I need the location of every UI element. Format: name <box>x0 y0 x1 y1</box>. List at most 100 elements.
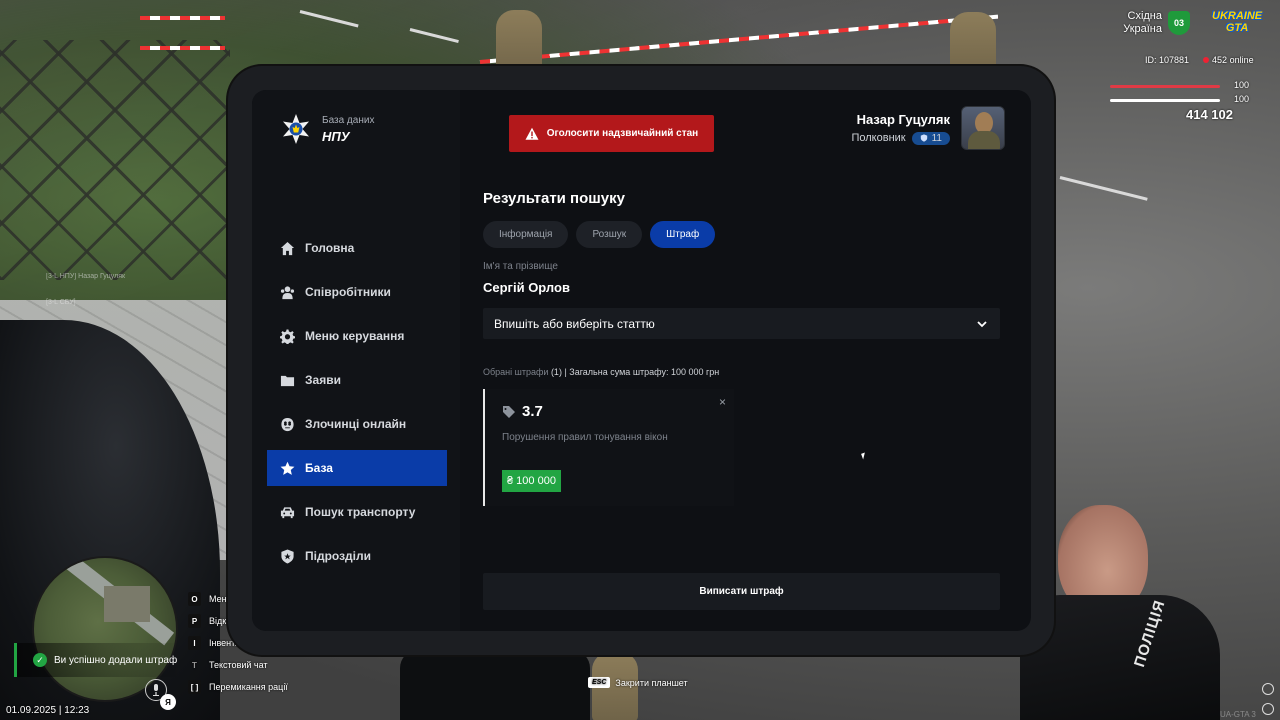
sidebar-item-label: База <box>305 461 333 475</box>
sidebar-item-database[interactable]: База <box>267 450 447 486</box>
fine-header: 3.7 <box>502 403 543 420</box>
user-rank: Полковник <box>851 132 906 144</box>
key-hint-label: Текстовий чат <box>209 660 268 670</box>
user-name: Назар Гуцуляк <box>856 111 950 127</box>
key-p: P <box>188 614 201 628</box>
brand-title: НПУ <box>322 128 350 144</box>
metal-fence <box>0 40 230 280</box>
date-time: 01.09.2025 | 12:23 <box>6 705 90 716</box>
health-bar <box>1110 85 1220 88</box>
user-rank-row: Полковник 11 <box>851 131 950 145</box>
voice-language-badge: Я <box>160 694 176 710</box>
police-car-front <box>400 650 590 720</box>
mic-status-icon <box>1262 683 1274 695</box>
microphone-glyph <box>153 684 159 696</box>
tab-wanted[interactable]: Розшук <box>576 221 643 248</box>
key-brackets: [ ] <box>188 680 201 694</box>
selected-fine-card: × 3.7 Порушення правил тонування вікон ₴… <box>483 389 734 506</box>
sidebar-item-home[interactable]: Головна <box>267 230 447 266</box>
police-star-icon <box>280 113 312 145</box>
barrier-tape <box>140 16 225 20</box>
key-hint-label: Мені <box>209 594 229 604</box>
online-count: 452 online <box>1203 55 1254 65</box>
issue-fine-button[interactable]: Виписати штраф <box>483 573 1000 610</box>
shield-icon <box>281 548 294 564</box>
home-icon <box>280 241 295 255</box>
region-line-2: Україна <box>1123 23 1162 35</box>
declare-emergency-label: Оголосити надзвичайний стан <box>546 128 699 139</box>
page-title: Результати пошуку <box>483 190 625 207</box>
article-select-placeholder: Впишіть або виберіть статтю <box>494 316 655 331</box>
users-icon <box>280 285 295 299</box>
gear-icon <box>280 328 295 344</box>
rank-badge: 11 <box>911 131 950 145</box>
sidebar-item-applications[interactable]: Заяви <box>267 362 447 398</box>
brand-subtitle: База даних <box>322 114 375 126</box>
key-t: T <box>192 660 197 670</box>
road-marking <box>1059 176 1148 201</box>
sidebar-item-label: Головна <box>305 241 355 255</box>
tablet-header: Оголосити надзвичайний стан Назар Гуцуля… <box>460 90 1031 170</box>
rank-level: 11 <box>931 132 942 144</box>
avatar-body <box>968 131 1000 149</box>
user-text: Назар Гуцуляк Полковник 11 <box>851 112 950 145</box>
sidebar-item-units[interactable]: Підрозділи <box>267 538 447 574</box>
fines-summary-total: (1) | Загальна сума штрафу: 100 000 грн <box>550 367 720 377</box>
server-logo: UKRAINE GTA <box>1212 10 1262 34</box>
search-results: Результати пошуку Інформація Розшук Штра… <box>483 190 1000 506</box>
road-marking <box>409 28 459 44</box>
police-tablet: База даних НПУ Головна Співробітники Мен… <box>228 66 1054 655</box>
fines-summary: Обрані штрафи (1) | Загальна сума штрафу… <box>483 367 1000 377</box>
sidebar-item-label: Пошук транспорту <box>305 505 416 519</box>
tablet-screen: База даних НПУ Головна Співробітники Мен… <box>252 90 1031 631</box>
region-line-1: Східна <box>1127 10 1163 22</box>
person-name: Сергій Орлов <box>483 280 570 295</box>
tab-information[interactable]: Інформація <box>483 221 569 248</box>
fine-description: Порушення правил тонування вікон <box>502 432 668 443</box>
declare-emergency-button[interactable]: Оголосити надзвичайний стан <box>509 115 714 152</box>
settings-status-icon <box>1262 703 1274 715</box>
fines-summary-label: Обрані штрафи <box>483 367 549 377</box>
online-text: 452 online <box>1212 55 1254 65</box>
star-icon <box>280 461 295 475</box>
minimap-building <box>104 586 150 622</box>
esc-key: ESC <box>588 677 611 688</box>
online-dot-icon <box>1203 57 1210 63</box>
chat-line: [3-L СБУ] <box>46 299 76 306</box>
close-tablet-hint: ESC Закрити планшет <box>588 677 688 688</box>
sidebar-item-vehicle-search[interactable]: Пошук транспорту <box>267 494 447 530</box>
sidebar-nav: Головна Співробітники Меню керування Зая… <box>267 230 447 582</box>
folder-icon <box>280 375 295 386</box>
sidebar-item-control-menu[interactable]: Меню керування <box>267 318 447 354</box>
key-i: I <box>188 636 201 650</box>
article-select[interactable]: Впишіть або виберіть статтю <box>483 308 1000 339</box>
armor-bar <box>1110 99 1220 102</box>
fine-article: 3.7 <box>522 403 543 420</box>
player-id: ID: 107881 <box>1145 55 1190 65</box>
user-profile: Назар Гуцуляк Полковник 11 <box>851 106 1005 150</box>
region-label: Східна Україна <box>1123 10 1162 36</box>
chat-log: [3-L НПУ] Назар Гуцуляк [3-L СБУ] <box>46 264 125 316</box>
corner-icons <box>1262 683 1274 715</box>
sidebar-item-label: Заяви <box>305 373 341 387</box>
sidebar-item-label: Співробітники <box>305 285 391 299</box>
rank-shield-icon <box>920 134 927 142</box>
key-hint-label: Перемикання рації <box>209 682 288 692</box>
road-marking <box>299 10 359 28</box>
fine-amount-badge: ₴ 100 000 <box>502 470 561 492</box>
sidebar-item-employees[interactable]: Співробітники <box>267 274 447 310</box>
mask-icon <box>281 417 294 431</box>
toast-text: Ви успішно додали штраф <box>54 654 178 666</box>
key-hint-row: [ ] Перемикання рації <box>188 676 288 698</box>
key-hint-row: T Текстовий чат <box>188 654 288 676</box>
brand-text: База даних НПУ <box>322 115 374 144</box>
sidebar-item-criminals-online[interactable]: Злочинці онлайн <box>267 406 447 442</box>
tab-fine[interactable]: Штраф <box>650 221 716 248</box>
remove-fine-button[interactable]: × <box>719 395 726 409</box>
sidebar-item-label: Меню керування <box>305 329 405 343</box>
brand: База даних НПУ <box>280 113 374 145</box>
avatar <box>961 106 1005 150</box>
sidebar-item-label: Підрозділи <box>305 549 371 563</box>
car-icon <box>280 506 295 518</box>
key-hint-label: Відк <box>209 616 227 626</box>
